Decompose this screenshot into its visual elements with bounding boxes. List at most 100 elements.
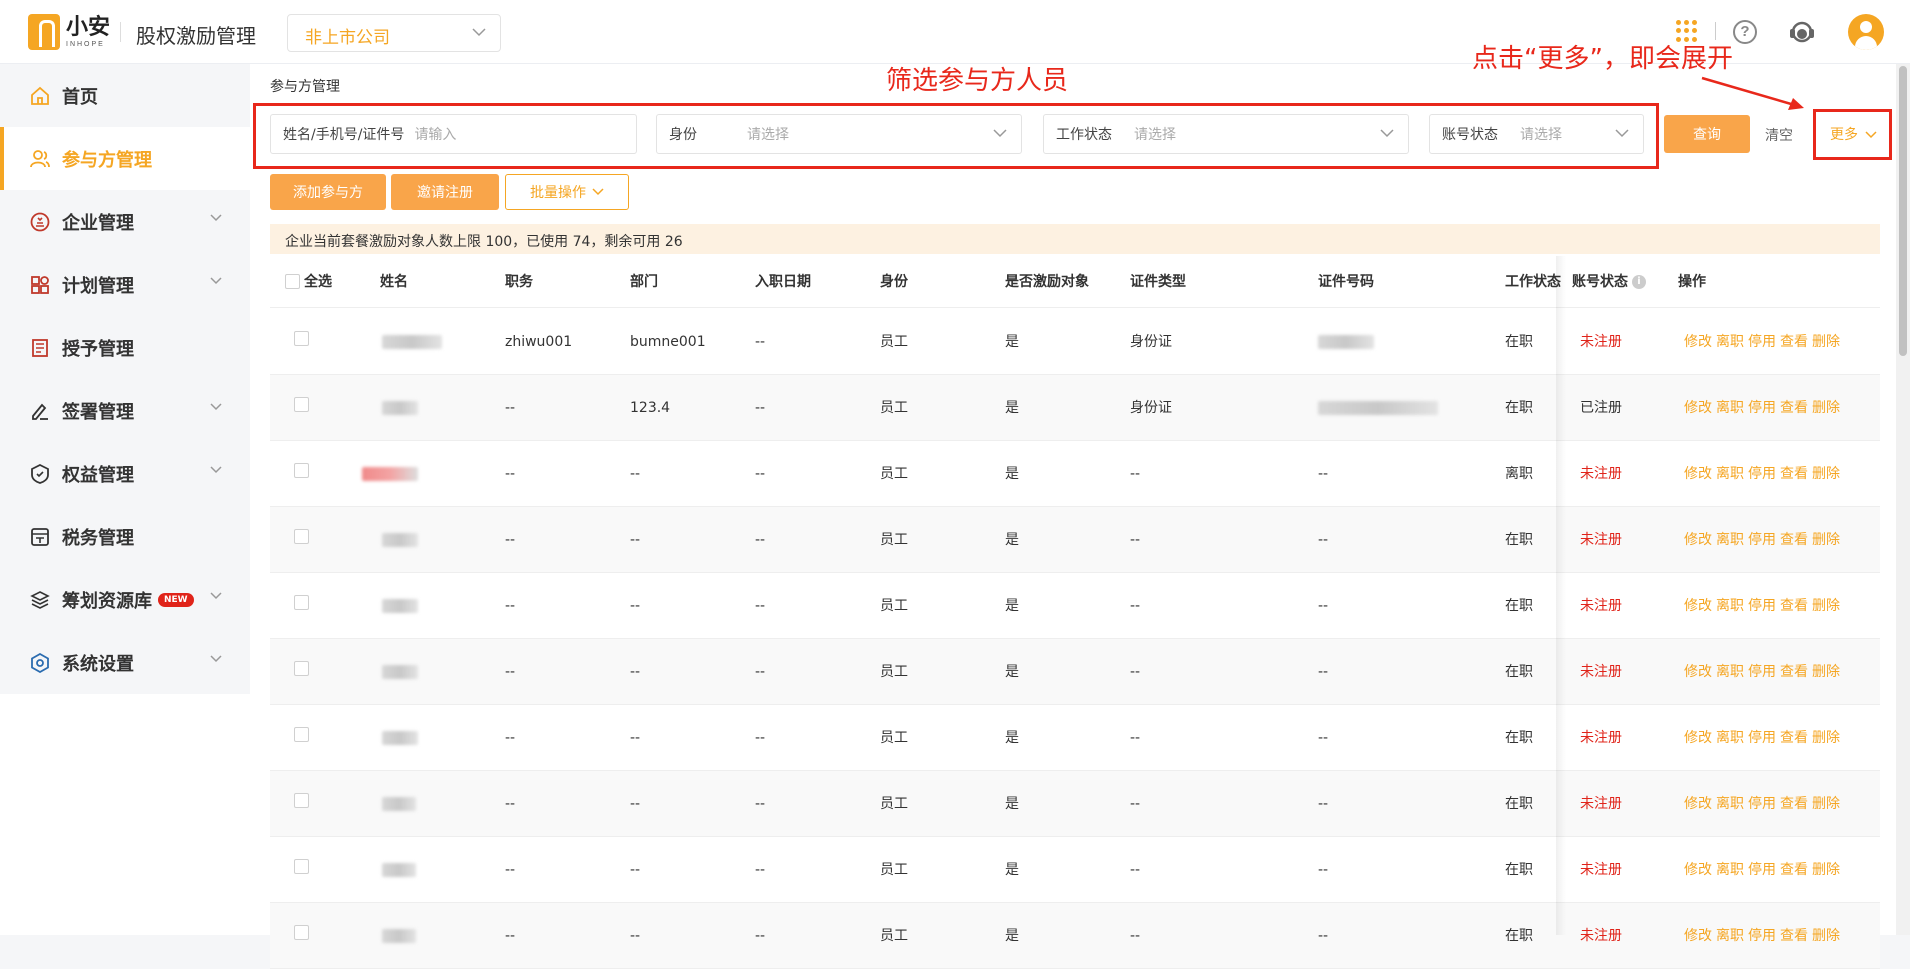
delete-link[interactable]: 删除 xyxy=(1812,730,1840,746)
view-link[interactable]: 查看 xyxy=(1780,928,1808,944)
batch-operation-button[interactable]: 批量操作 xyxy=(505,174,629,210)
edit-link[interactable]: 修改 xyxy=(1684,862,1712,878)
cell-id-number: -- xyxy=(1318,928,1329,944)
info-icon[interactable]: i xyxy=(1632,275,1646,289)
delete-link[interactable]: 删除 xyxy=(1812,862,1840,878)
disable-link[interactable]: 停用 xyxy=(1748,532,1776,548)
row-checkbox[interactable] xyxy=(294,397,309,412)
cell-hire-date: -- xyxy=(755,466,766,482)
row-checkbox[interactable] xyxy=(294,529,309,544)
sidebar-item-enterprise[interactable]: 企业管理 xyxy=(0,190,250,253)
resign-link[interactable]: 离职 xyxy=(1716,928,1744,944)
resign-link[interactable]: 离职 xyxy=(1716,598,1744,614)
cell-operations: 修改 离职 停用 查看 删除 xyxy=(1684,441,1844,507)
view-link[interactable]: 查看 xyxy=(1780,598,1808,614)
sidebar-item-home[interactable]: 首页 xyxy=(0,64,250,127)
delete-link[interactable]: 删除 xyxy=(1812,796,1840,812)
name-search-field[interactable]: 姓名/手机号/证件号 请输入 xyxy=(270,114,637,154)
row-checkbox[interactable] xyxy=(294,793,309,808)
resign-link[interactable]: 离职 xyxy=(1716,664,1744,680)
disable-link[interactable]: 停用 xyxy=(1748,400,1776,416)
account-status-select[interactable]: 账号状态 请选择 xyxy=(1429,114,1644,154)
disable-link[interactable]: 停用 xyxy=(1748,862,1776,878)
resign-link[interactable]: 离职 xyxy=(1716,730,1744,746)
annotation-filter-text: 筛选参与方人员 xyxy=(886,66,1069,96)
user-avatar-icon[interactable] xyxy=(1848,14,1884,50)
identity-select[interactable]: 身份 请选择 xyxy=(656,114,1022,154)
row-checkbox[interactable] xyxy=(294,595,309,610)
delete-link[interactable]: 删除 xyxy=(1812,466,1840,482)
sidebar-item-resources[interactable]: 筹划资源库 NEW xyxy=(0,568,250,631)
invite-register-button[interactable]: 邀请注册 xyxy=(391,174,499,210)
sidebar-item-plan[interactable]: 计划管理 xyxy=(0,253,250,316)
edit-link[interactable]: 修改 xyxy=(1684,598,1712,614)
edit-link[interactable]: 修改 xyxy=(1684,796,1712,812)
delete-link[interactable]: 删除 xyxy=(1812,598,1840,614)
resign-link[interactable]: 离职 xyxy=(1716,796,1744,812)
disable-link[interactable]: 停用 xyxy=(1748,664,1776,680)
cell-account-status: 未注册 xyxy=(1580,532,1622,548)
table-row: -- -- -- 员工 是 -- -- 在职 未注册 修改 离职 停用 查看 删除 xyxy=(270,705,1880,771)
disable-link[interactable]: 停用 xyxy=(1748,598,1776,614)
cell-account-status: 未注册 xyxy=(1580,796,1622,812)
view-link[interactable]: 查看 xyxy=(1780,400,1808,416)
row-checkbox[interactable] xyxy=(294,463,309,478)
view-link[interactable]: 查看 xyxy=(1780,730,1808,746)
row-checkbox[interactable] xyxy=(294,727,309,742)
query-button[interactable]: 查询 xyxy=(1664,115,1750,153)
resign-link[interactable]: 离职 xyxy=(1716,400,1744,416)
edit-link[interactable]: 修改 xyxy=(1684,532,1712,548)
resign-link[interactable]: 离职 xyxy=(1716,862,1744,878)
sidebar-item-sign[interactable]: 签署管理 xyxy=(0,379,250,442)
work-status-select[interactable]: 工作状态 请选择 xyxy=(1043,114,1409,154)
view-link[interactable]: 查看 xyxy=(1780,796,1808,812)
delete-link[interactable]: 删除 xyxy=(1812,664,1840,680)
sidebar-menu: 首页 参与方管理 企业管理 计划管理 授予管理 签署管理 权益管理 税务管理 筹… xyxy=(0,64,250,694)
disable-link[interactable]: 停用 xyxy=(1748,928,1776,944)
delete-link[interactable]: 删除 xyxy=(1812,334,1840,350)
disable-link[interactable]: 停用 xyxy=(1748,466,1776,482)
resign-link[interactable]: 离职 xyxy=(1716,466,1744,482)
disable-link[interactable]: 停用 xyxy=(1748,730,1776,746)
view-link[interactable]: 查看 xyxy=(1780,334,1808,350)
edit-link[interactable]: 修改 xyxy=(1684,400,1712,416)
delete-link[interactable]: 删除 xyxy=(1812,400,1840,416)
row-checkbox[interactable] xyxy=(294,661,309,676)
sidebar-item-settings[interactable]: 系统设置 xyxy=(0,631,250,694)
resign-link[interactable]: 离职 xyxy=(1716,334,1744,350)
view-link[interactable]: 查看 xyxy=(1780,532,1808,548)
scrollbar-thumb[interactable] xyxy=(1899,66,1907,356)
cell-operations: 修改 离职 停用 查看 删除 xyxy=(1684,309,1844,375)
sidebar-item-tax[interactable]: 税务管理 xyxy=(0,505,250,568)
row-checkbox[interactable] xyxy=(294,859,309,874)
edit-link[interactable]: 修改 xyxy=(1684,730,1712,746)
company-type-select[interactable]: 非上市公司 xyxy=(287,14,501,52)
add-participant-button[interactable]: 添加参与方 xyxy=(270,174,386,210)
disable-link[interactable]: 停用 xyxy=(1748,796,1776,812)
row-checkbox[interactable] xyxy=(294,925,309,940)
delete-link[interactable]: 删除 xyxy=(1812,532,1840,548)
row-checkbox[interactable] xyxy=(294,331,309,346)
delete-link[interactable]: 删除 xyxy=(1812,928,1840,944)
select-all-checkbox[interactable] xyxy=(285,274,300,289)
more-filters-button[interactable]: 更多 xyxy=(1830,124,1877,144)
resign-link[interactable]: 离职 xyxy=(1716,532,1744,548)
disable-link[interactable]: 停用 xyxy=(1748,334,1776,350)
logo[interactable]: 小安 INHOPE xyxy=(28,14,110,50)
edit-link[interactable]: 修改 xyxy=(1684,664,1712,680)
scrollbar[interactable] xyxy=(1896,64,1910,935)
edit-link[interactable]: 修改 xyxy=(1684,334,1712,350)
cell-id-type: -- xyxy=(1130,466,1141,482)
customer-service-icon[interactable] xyxy=(1788,18,1816,46)
sidebar-item-grant[interactable]: 授予管理 xyxy=(0,316,250,379)
view-link[interactable]: 查看 xyxy=(1780,862,1808,878)
view-link[interactable]: 查看 xyxy=(1780,466,1808,482)
sidebar-item-participants[interactable]: 参与方管理 xyxy=(0,127,250,190)
name-search-input[interactable]: 请输入 xyxy=(414,124,456,144)
help-icon[interactable]: ? xyxy=(1733,20,1757,44)
edit-link[interactable]: 修改 xyxy=(1684,928,1712,944)
view-link[interactable]: 查看 xyxy=(1780,664,1808,680)
sidebar-item-equity[interactable]: 权益管理 xyxy=(0,442,250,505)
edit-link[interactable]: 修改 xyxy=(1684,466,1712,482)
clear-button[interactable]: 清空 xyxy=(1765,125,1793,145)
